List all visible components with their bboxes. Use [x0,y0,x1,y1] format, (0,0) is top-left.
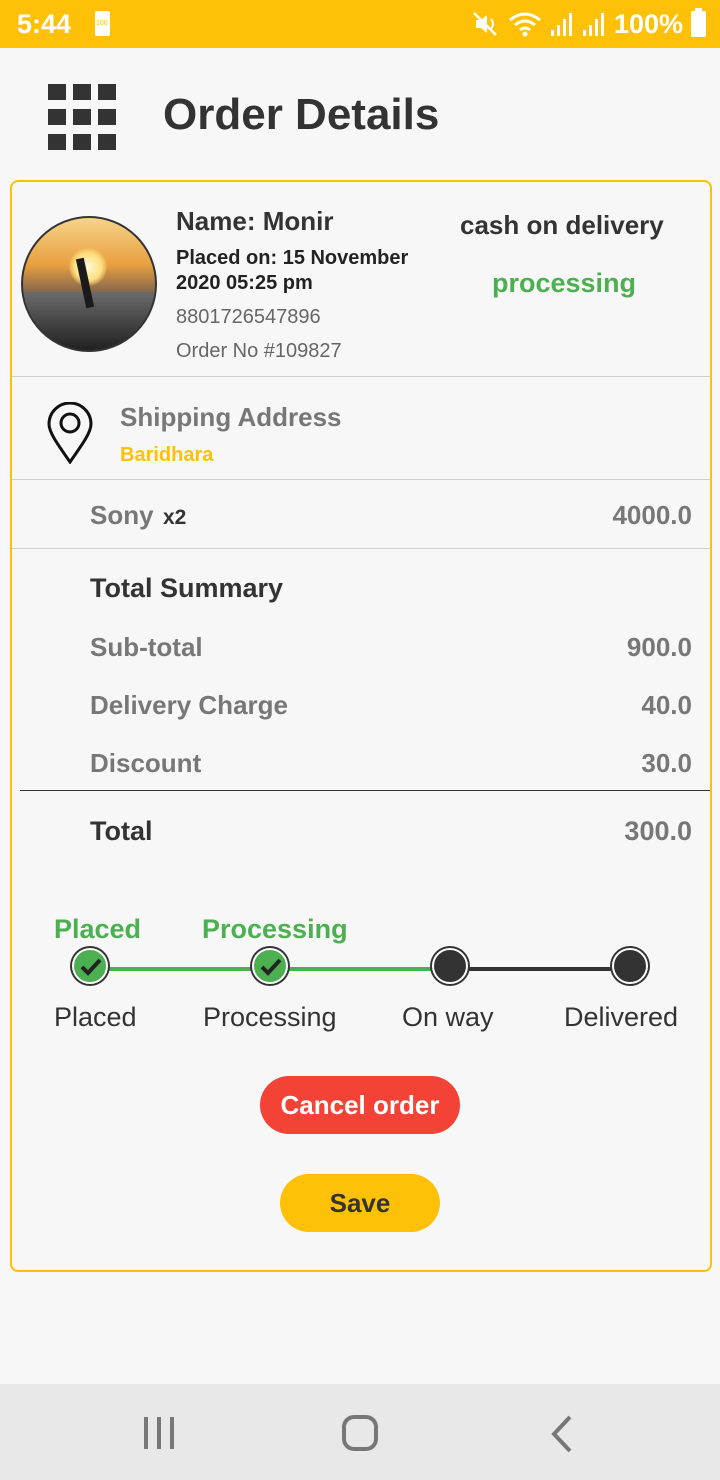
discount-value: 30.0 [641,748,692,778]
order-progress-tracker: Placed Processing Placed Processing On w… [12,908,710,1038]
status-time: 5:44 [17,9,72,39]
item-name: Sony [90,500,154,530]
step-label-on-way: On way [402,1002,494,1032]
summary-title: Total Summary [90,573,284,603]
customer-avatar [21,216,157,352]
progress-line-pending [468,967,614,971]
step-top-label-placed: Placed [54,914,142,944]
step-label-placed: Placed [54,1002,137,1032]
payment-method: cash on delivery [460,210,664,240]
battery-saver-icon: 100 [95,11,110,36]
back-icon[interactable] [548,1414,576,1454]
customer-phone: 8801726547896 [176,306,321,328]
discount-label: Discount [90,748,202,778]
step-node-delivered [612,948,648,984]
recents-icon[interactable] [142,1416,176,1450]
delivery-charge-value: 40.0 [641,690,692,720]
total-label: Total [90,816,153,846]
progress-line-done [108,967,254,971]
step-node-on-way [432,948,468,984]
order-number: Order No #109827 [176,340,342,362]
page-title: Order Details [163,90,440,139]
step-label-processing: Processing [203,1002,337,1032]
step-label-delivered: Delivered [564,1002,679,1032]
order-card: Name: Monir Placed on: 15 November 2020 … [10,180,712,1272]
mute-icon [473,12,497,36]
shipping-address-title: Shipping Address [120,402,342,432]
system-nav-bar [0,1384,720,1480]
summary-divider [20,790,710,791]
grid-menu-icon[interactable] [48,84,116,152]
cancel-order-button[interactable]: Cancel order [260,1076,460,1134]
signal-2-icon [582,13,604,36]
placed-on-date: Placed on: 15 November 2020 05:25 pm [176,247,409,294]
progress-line-done [288,967,434,971]
signal-1-icon [550,13,572,36]
shipping-address: Baridhara [120,444,214,466]
wifi-icon [509,12,541,37]
step-top-label-processing: Processing [202,914,348,944]
divider [12,376,710,377]
item-price: 4000.0 [612,500,692,530]
delivery-charge-label: Delivery Charge [90,690,288,720]
divider [12,548,710,549]
battery-icon [691,8,706,37]
item-quantity: x2 [163,506,187,529]
step-node-placed [72,948,108,984]
battery-small-label: 100 [96,20,108,27]
app-header: Order Details [0,48,720,180]
total-value: 300.0 [624,816,692,846]
battery-percent: 100% [613,8,683,39]
status-bar: 5:44 100 100% [0,0,720,48]
subtotal-label: Sub-total [90,632,203,662]
check-icon [80,958,102,976]
save-button[interactable]: Save [280,1174,440,1232]
divider [12,479,710,480]
customer-name: Name: Monir [176,206,334,236]
location-pin-icon [47,402,93,464]
subtotal-value: 900.0 [626,632,692,662]
order-status: processing [492,268,637,298]
home-icon[interactable] [342,1415,378,1451]
check-icon [260,958,282,976]
step-node-processing [252,948,288,984]
